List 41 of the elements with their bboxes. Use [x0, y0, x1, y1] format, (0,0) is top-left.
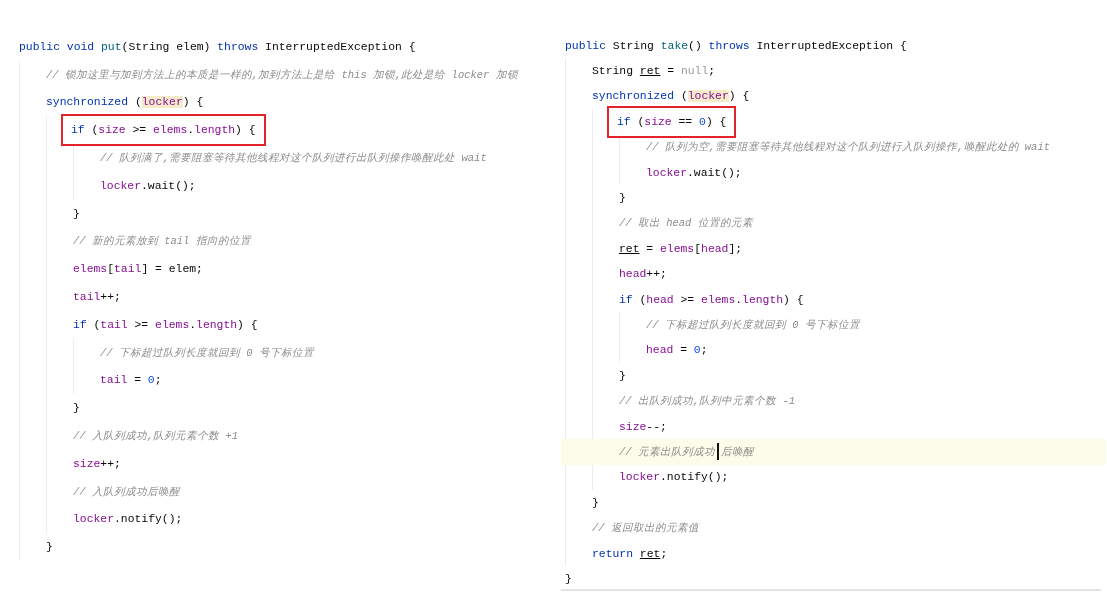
- code-line: }: [619, 368, 626, 384]
- code-line: // 出队列成功,队列中元素个数 -1: [619, 394, 796, 410]
- code-line: String ret = null;: [592, 64, 716, 80]
- code-line: size++;: [73, 456, 121, 472]
- code-line: return ret;: [592, 546, 668, 562]
- code-line: head = 0;: [646, 343, 708, 359]
- code-line: tail++;: [73, 290, 121, 306]
- code-line: // 入队列成功,队列元素个数 +1: [73, 429, 239, 445]
- code-line: // 下标超过队列长度就回到 0 号下标位置: [646, 318, 860, 333]
- highlighted-code-line: if (size >= elems.length) {: [63, 116, 264, 145]
- code-line: head++;: [619, 267, 667, 283]
- code-line: tail = 0;: [100, 373, 162, 389]
- code-line: // 下标超过队列长度就回到 0 号下标位置: [100, 345, 314, 361]
- code-line: locker.wait();: [100, 178, 196, 194]
- code-line: locker.wait();: [646, 165, 742, 181]
- code-line: // 入队列成功后唤醒: [73, 484, 180, 500]
- code-line: locker.notify();: [619, 470, 729, 486]
- code-line: synchronized (locker) {: [592, 89, 750, 105]
- code-line: // 元素出队列成功 后唤醒: [619, 443, 754, 461]
- code-line: public void put(String elem) throws InterruptedException {: [19, 39, 416, 55]
- code-line: }: [46, 540, 53, 556]
- code-line: // 新的元素放到 tail 指向的位置: [73, 234, 251, 250]
- code-line: }: [73, 401, 80, 417]
- code-line: // 队列满了,需要阻塞等待其他线程对这个队列进行出队列操作唤醒此处 wait: [100, 151, 487, 167]
- code-line: // 返回取出的元素值: [592, 521, 699, 537]
- code-line: ret = elems[head];: [619, 241, 743, 257]
- code-line: locker.notify();: [73, 512, 183, 528]
- code-line: }: [592, 495, 599, 511]
- code-line: }: [73, 206, 80, 222]
- highlighted-code-line: if (size == 0) {: [609, 107, 735, 136]
- code-line: }: [619, 191, 626, 207]
- code-line: // 队列为空,需要阻塞等待其他线程对这个队列进行入队列操作,唤醒此处的 wait: [646, 140, 1050, 156]
- code-line: synchronized (locker) {: [46, 95, 204, 111]
- code-line: }: [565, 571, 572, 587]
- code-line: elems[tail] = elem;: [73, 262, 203, 278]
- code-line: size--;: [619, 419, 667, 435]
- code-line: // 锁加这里与加到方法上的本质是一样的,加到方法上是给 this 加锁,此处是给 locker 加锁: [46, 67, 518, 83]
- code-line: if (tail >= elems.length) {: [73, 317, 258, 333]
- code-line: public String take() throws InterruptedException {: [565, 38, 907, 54]
- code-line: // 取出 head 位置的元素: [619, 216, 753, 232]
- code-line: if (head >= elems.length) {: [619, 292, 804, 308]
